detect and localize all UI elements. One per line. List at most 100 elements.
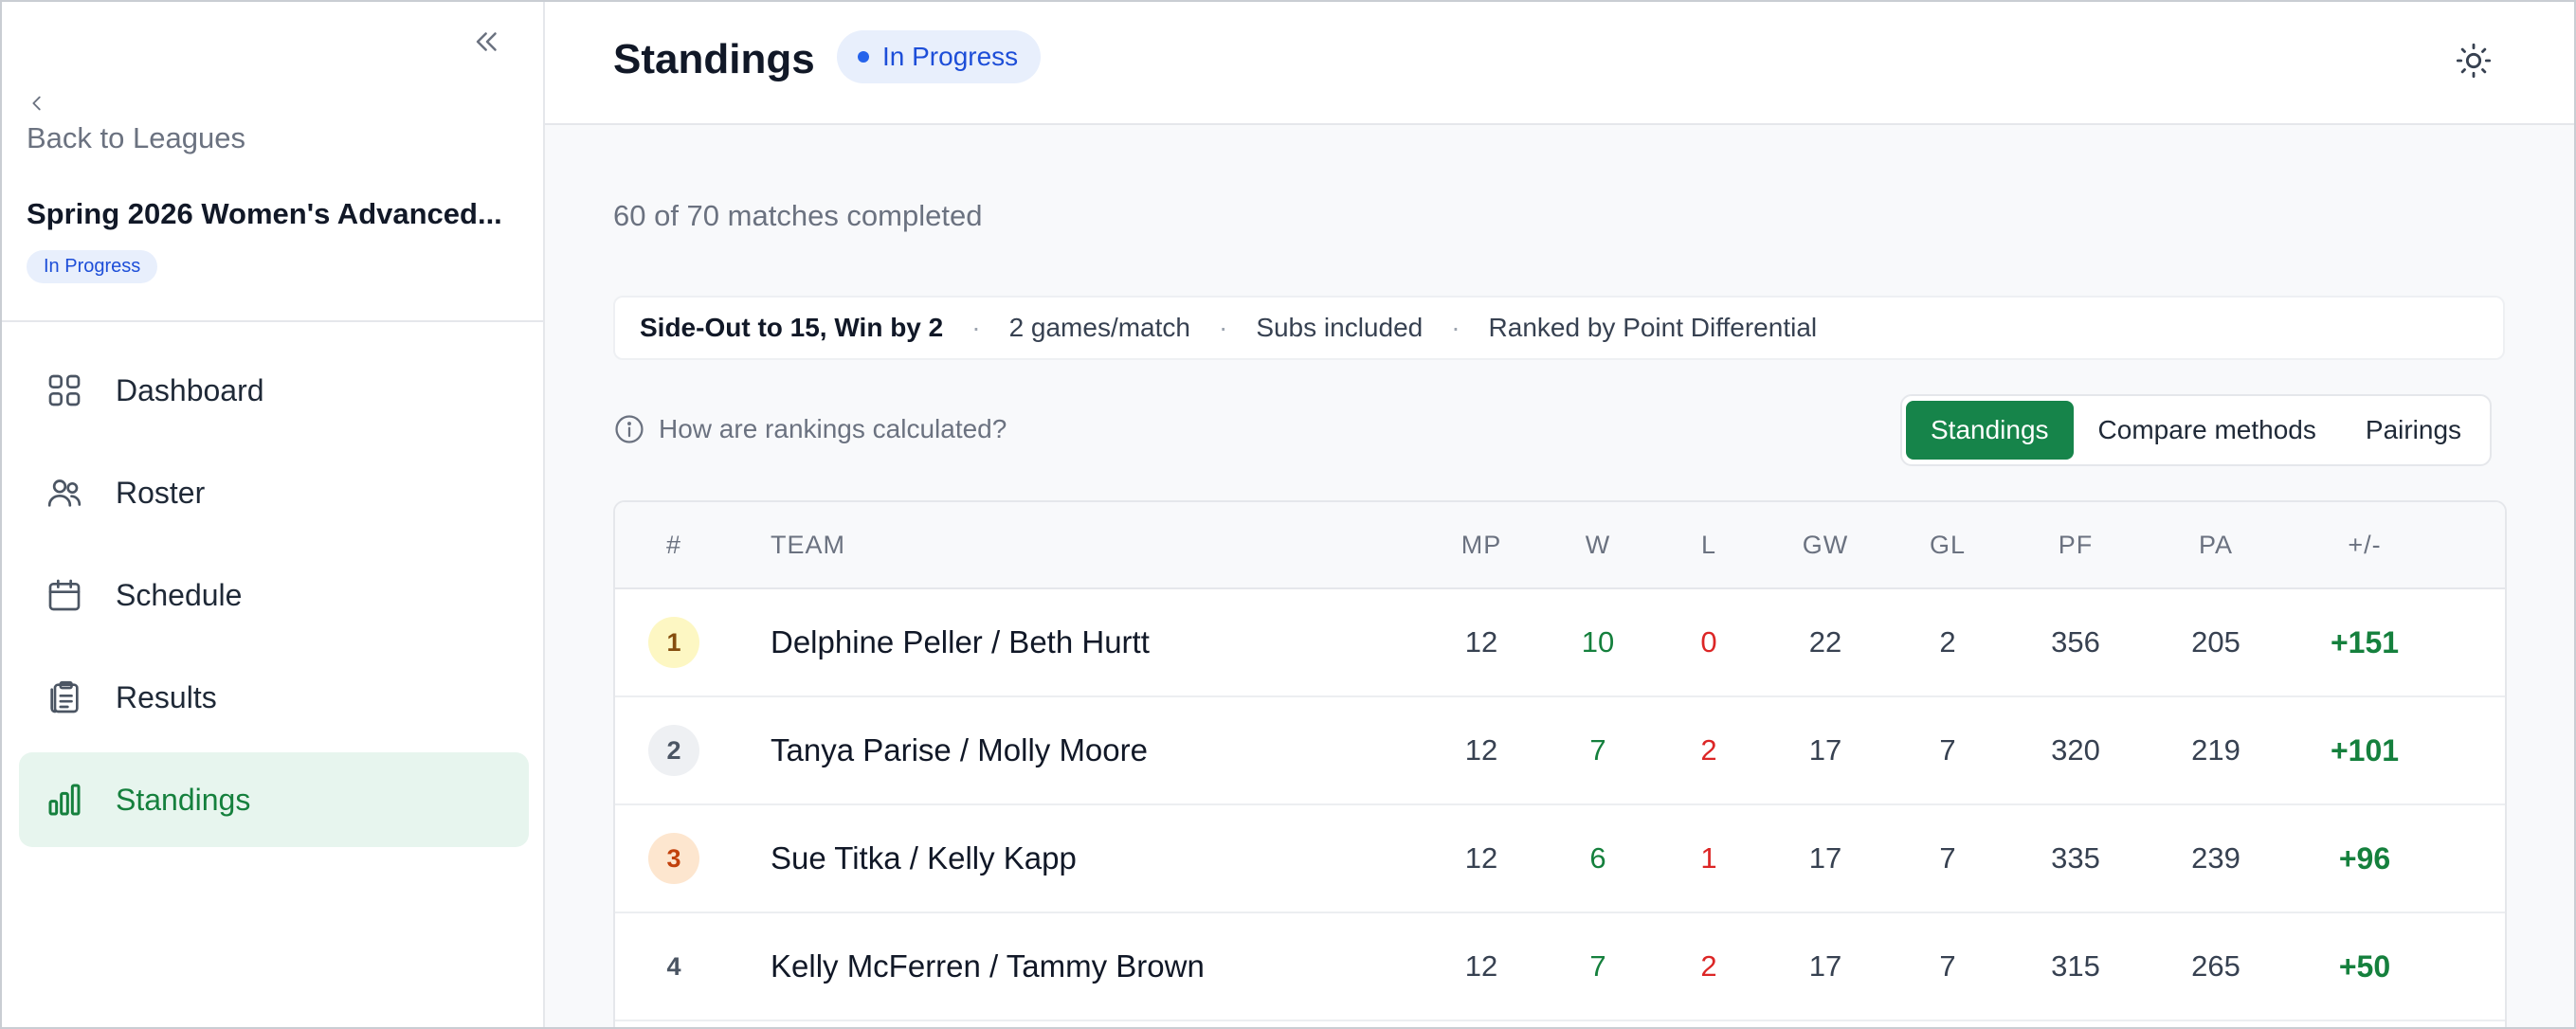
sidebar-item-label: Schedule [116,577,243,612]
team-name: Sue Titka / Kelly Kapp [771,840,1077,876]
rules-separator: · [971,313,981,342]
header-rank[interactable]: # [615,502,733,587]
rank-cell: 3 [615,805,733,912]
matches-played: 12 [1464,733,1498,767]
view-switcher: Standings Compare methods Pairings [1900,394,2493,466]
clipboard-icon [50,680,79,713]
tab-standings[interactable]: Standings [1906,401,2074,460]
rules-separator: · [1451,313,1460,342]
theme-toggle-button[interactable] [2449,36,2498,85]
standings-table: # TEAM MP W L GW GL PF PA +/- 1 Delphine… [613,500,2507,1027]
league-status-badge: In Progress [27,250,158,283]
header-gw[interactable]: GW [1769,502,1882,587]
calendar-icon [48,579,81,611]
header-w[interactable]: W [1541,502,1655,587]
sidebar-item-label: Standings [116,782,251,817]
rank-cell: 2 [615,697,733,803]
matches-played: 12 [1464,949,1498,983]
header-team[interactable]: TEAM [771,502,1491,587]
sidebar-item-roster[interactable]: Roster [19,445,529,540]
page-title: Standings [613,36,815,82]
table-row[interactable]: 3 Sue Titka / Kelly Kapp 12 6 1 17 7 335… [615,805,2505,913]
matches-progress: 60 of 70 matches completed [613,199,983,232]
rules-separator: · [1218,313,1228,342]
sidebar-item-label: Results [116,679,217,714]
sidebar-item-label: Roster [116,475,206,510]
table-row[interactable]: 2 Tanya Parise / Molly Moore 12 7 2 17 7… [615,697,2505,805]
losses: 1 [1700,841,1717,875]
losses: 2 [1700,949,1717,983]
header-gl[interactable]: GL [1891,502,2005,587]
sidebar-nav: Dashboard Roster Schedule Results Standi… [19,343,529,855]
team-name: Kelly McFerren / Tammy Brown [771,948,1205,984]
table-row[interactable]: 1 Delphine Peller / Beth Hurtt 12 10 0 2… [615,589,2505,697]
bar-chart-icon [48,784,81,816]
league-rules-bar: Side-Out to 15, Win by 2 · 2 games/match… [613,296,2505,360]
back-to-leagues-label: Back to Leagues [27,121,245,154]
users-icon [47,479,82,507]
subs-rule: Subs included [1256,313,1424,342]
header-pf[interactable]: PF [2019,502,2132,587]
ranking-method: Ranked by Point Differential [1488,313,1818,342]
rank-cell: 4 [615,913,733,1020]
rankings-help-link[interactable]: How are rankings calculated? [613,413,1007,445]
points-for: 315 [2051,949,2100,983]
sidebar-item-dashboard[interactable]: Dashboard [19,343,529,438]
page-header: Standings In Progress [545,2,2574,125]
games-won: 17 [1808,841,1842,875]
grid-icon [48,374,81,406]
games-lost: 7 [1939,949,1956,983]
point-differential: +151 [2330,624,2400,659]
rank-badge: 1 [648,617,699,668]
sidebar: Back to Leagues Spring 2026 Women's Adva… [2,2,545,1027]
matches-played: 12 [1464,625,1498,659]
matches-played: 12 [1464,841,1498,875]
games-lost: 2 [1939,625,1956,659]
tab-pairings[interactable]: Pairings [2341,401,2486,460]
games-won: 17 [1808,949,1842,983]
table-header: # TEAM MP W L GW GL PF PA +/- [615,502,2505,589]
main-content: Standings In Progress 60 of 70 matches c… [545,2,2574,1027]
wins: 7 [1589,949,1606,983]
sidebar-item-schedule[interactable]: Schedule [19,548,529,642]
points-against: 239 [2191,841,2240,875]
point-differential: +101 [2330,732,2400,767]
sidebar-divider [2,320,543,322]
team-name: Tanya Parise / Molly Moore [771,732,1148,767]
games-won: 22 [1808,625,1842,659]
games-lost: 7 [1939,841,1956,875]
point-differential: +96 [2338,840,2391,876]
sidebar-item-label: Dashboard [116,372,264,407]
rank-badge: 3 [648,833,699,884]
tab-compare-methods[interactable]: Compare methods [2074,401,2341,460]
wins: 7 [1589,733,1606,767]
points-for: 335 [2051,841,2100,875]
sun-icon [2456,43,2492,79]
points-against: 265 [2191,949,2240,983]
chevron-left-icon [32,96,41,111]
rankings-help-label: How are rankings calculated? [659,414,1007,443]
sidebar-item-standings[interactable]: Standings [19,752,529,847]
points-against: 205 [2191,625,2240,659]
collapse-sidebar-button[interactable] [464,21,510,63]
header-plus-minus[interactable]: +/- [2308,502,2422,587]
header-mp[interactable]: MP [1424,502,1538,587]
point-differential: +50 [2338,948,2391,984]
table-row[interactable]: 4 Kelly McFerren / Tammy Brown 12 7 2 17… [615,913,2505,1021]
points-for: 356 [2051,625,2100,659]
team-name: Delphine Peller / Beth Hurtt [771,624,1150,659]
app-window: Back to Leagues Spring 2026 Women's Adva… [0,0,2576,1029]
rank-number: 4 [666,951,681,981]
games-won: 17 [1808,733,1842,767]
info-icon [615,415,644,443]
header-l[interactable]: L [1652,502,1766,587]
back-to-leagues-link[interactable]: Back to Leagues [27,91,245,155]
status-badge-label: In Progress [882,42,1019,71]
rank-cell: 1 [615,589,733,695]
sidebar-item-results[interactable]: Results [19,650,529,745]
header-pa[interactable]: PA [2159,502,2273,587]
wins: 10 [1581,625,1615,659]
losses: 2 [1700,733,1717,767]
games-lost: 7 [1939,733,1956,767]
points-against: 219 [2191,733,2240,767]
